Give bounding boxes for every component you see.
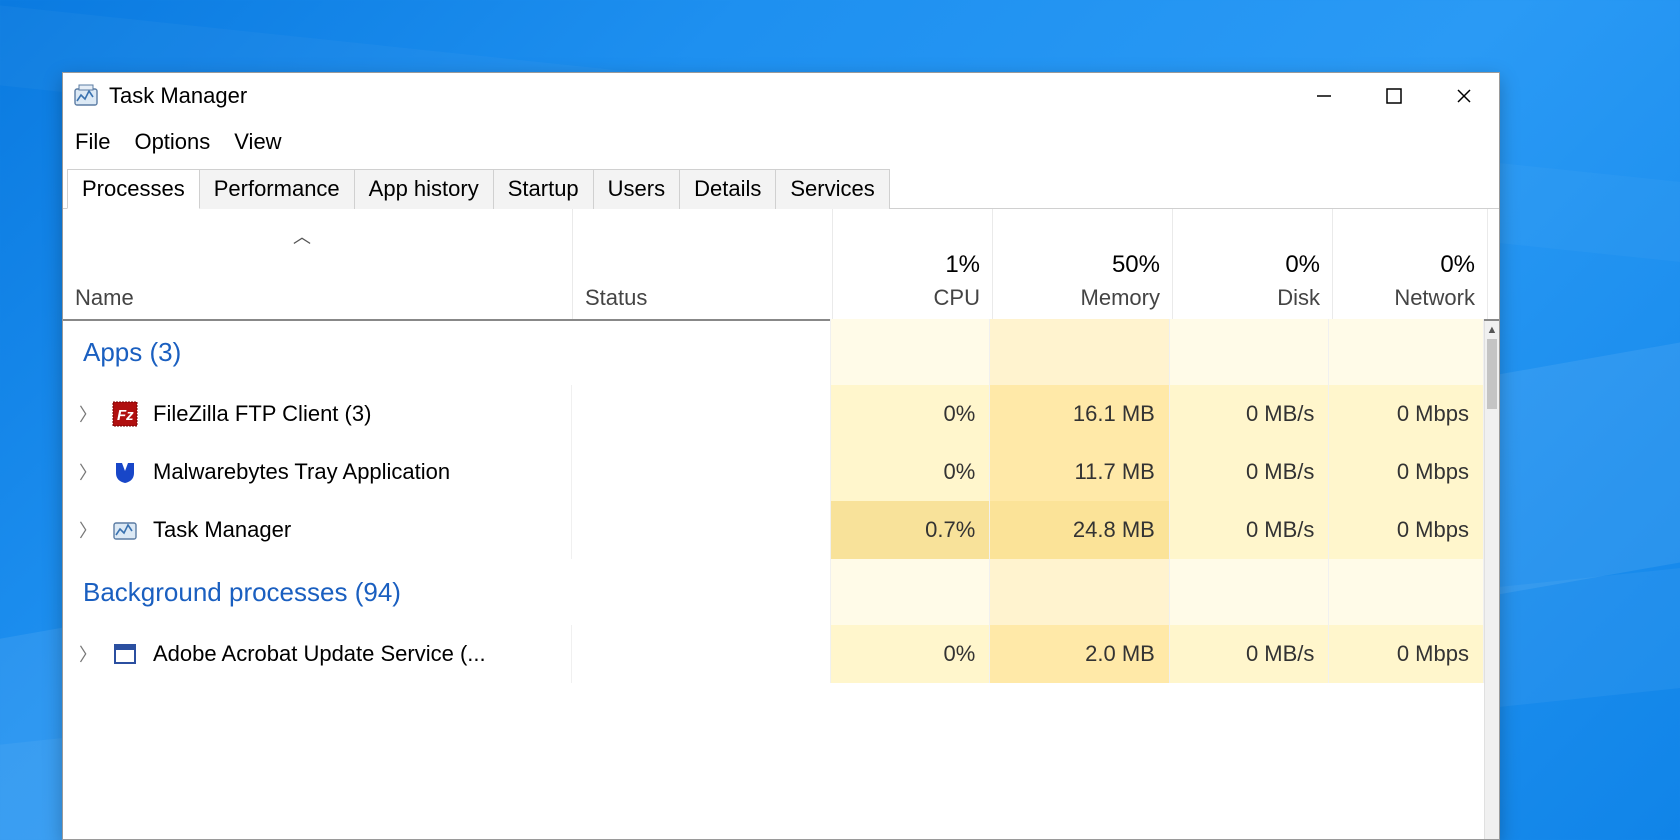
expand-icon[interactable]: 〉 (79, 401, 97, 427)
tab-startup[interactable]: Startup (494, 169, 594, 209)
task-manager-icon (73, 83, 99, 109)
process-memory: 2.0 MB (990, 625, 1170, 683)
menu-view[interactable]: View (234, 129, 281, 155)
tab-performance[interactable]: Performance (200, 169, 355, 209)
process-rows: Apps (3) 〉 Fz FileZilla FTP Client (3) 0… (63, 319, 1484, 839)
process-table: ︿ Name Status 1% CPU 50% Memory 0% Disk … (63, 209, 1499, 839)
process-disk: 0 MB/s (1170, 501, 1330, 559)
column-status-label: Status (585, 285, 820, 311)
column-memory[interactable]: 50% Memory (993, 209, 1173, 319)
filezilla-icon: Fz (111, 400, 139, 428)
titlebar[interactable]: Task Manager (63, 73, 1499, 119)
process-memory: 24.8 MB (990, 501, 1170, 559)
process-network: 0 Mbps (1329, 385, 1484, 443)
minimize-button[interactable] (1289, 73, 1359, 119)
process-row[interactable]: 〉 Malwarebytes Tray Application 0% 11.7 … (63, 443, 1484, 501)
column-name[interactable]: ︿ Name (63, 209, 573, 319)
process-network: 0 Mbps (1329, 625, 1484, 683)
svg-text:Fz: Fz (117, 407, 134, 424)
expand-icon[interactable]: 〉 (79, 641, 97, 667)
tab-details[interactable]: Details (680, 169, 776, 209)
process-memory: 16.1 MB (990, 385, 1170, 443)
column-status[interactable]: Status (573, 209, 833, 319)
process-network: 0 Mbps (1329, 501, 1484, 559)
malwarebytes-icon (111, 458, 139, 486)
process-disk: 0 MB/s (1170, 625, 1330, 683)
cpu-total-pct: 1% (845, 251, 980, 279)
process-network: 0 Mbps (1329, 443, 1484, 501)
tab-services[interactable]: Services (776, 169, 889, 209)
group-background-label: Background processes (94) (63, 559, 831, 625)
process-cpu: 0% (831, 625, 991, 683)
network-total-pct: 0% (1345, 251, 1475, 279)
menubar: File Options View (63, 119, 1499, 169)
column-name-label: Name (75, 285, 560, 311)
window-title: Task Manager (109, 83, 247, 109)
process-disk: 0 MB/s (1170, 443, 1330, 501)
process-row[interactable]: 〉 Adobe Acrobat Update Service (... 0% 2… (63, 625, 1484, 683)
column-network-label: Network (1345, 285, 1475, 311)
column-cpu-label: CPU (845, 285, 980, 311)
tab-app-history[interactable]: App history (355, 169, 494, 209)
group-background[interactable]: Background processes (94) (63, 559, 1484, 625)
column-headers: ︿ Name Status 1% CPU 50% Memory 0% Disk … (63, 209, 1499, 321)
close-button[interactable] (1429, 73, 1499, 119)
process-cpu: 0% (831, 443, 991, 501)
tab-processes[interactable]: Processes (67, 169, 200, 209)
expand-icon[interactable]: 〉 (79, 517, 97, 543)
sort-ascending-icon: ︿ (293, 223, 311, 249)
menu-options[interactable]: Options (134, 129, 210, 155)
disk-total-pct: 0% (1185, 251, 1320, 279)
task-manager-window: Task Manager File Options View Processes… (62, 72, 1500, 840)
process-row[interactable]: 〉 Fz FileZilla FTP Client (3) 0% 16.1 MB… (63, 385, 1484, 443)
column-cpu[interactable]: 1% CPU (833, 209, 993, 319)
column-memory-label: Memory (1005, 285, 1160, 311)
generic-window-icon (111, 640, 139, 668)
process-name: FileZilla FTP Client (3) (153, 401, 371, 427)
column-disk-label: Disk (1185, 285, 1320, 311)
memory-total-pct: 50% (1005, 251, 1160, 279)
scroll-up-icon[interactable]: ▲ (1485, 321, 1499, 339)
process-row[interactable]: 〉 Task Manager 0.7% 24.8 MB 0 MB/s 0 Mbp… (63, 501, 1484, 559)
process-cpu: 0% (831, 385, 991, 443)
task-manager-icon (111, 516, 139, 544)
tabstrip: Processes Performance App history Startu… (63, 169, 1499, 209)
vertical-scrollbar[interactable]: ▲ (1484, 321, 1499, 839)
process-memory: 11.7 MB (990, 443, 1170, 501)
group-apps-label: Apps (3) (63, 319, 831, 385)
process-name: Malwarebytes Tray Application (153, 459, 450, 485)
group-apps[interactable]: Apps (3) (63, 319, 1484, 385)
process-disk: 0 MB/s (1170, 385, 1330, 443)
window-controls (1289, 73, 1499, 119)
menu-file[interactable]: File (75, 129, 110, 155)
process-name: Adobe Acrobat Update Service (... (153, 641, 486, 667)
maximize-button[interactable] (1359, 73, 1429, 119)
column-network[interactable]: 0% Network (1333, 209, 1488, 319)
process-name: Task Manager (153, 517, 291, 543)
expand-icon[interactable]: 〉 (79, 459, 97, 485)
column-disk[interactable]: 0% Disk (1173, 209, 1333, 319)
process-cpu: 0.7% (831, 501, 991, 559)
tab-users[interactable]: Users (594, 169, 680, 209)
scroll-thumb[interactable] (1487, 339, 1497, 409)
